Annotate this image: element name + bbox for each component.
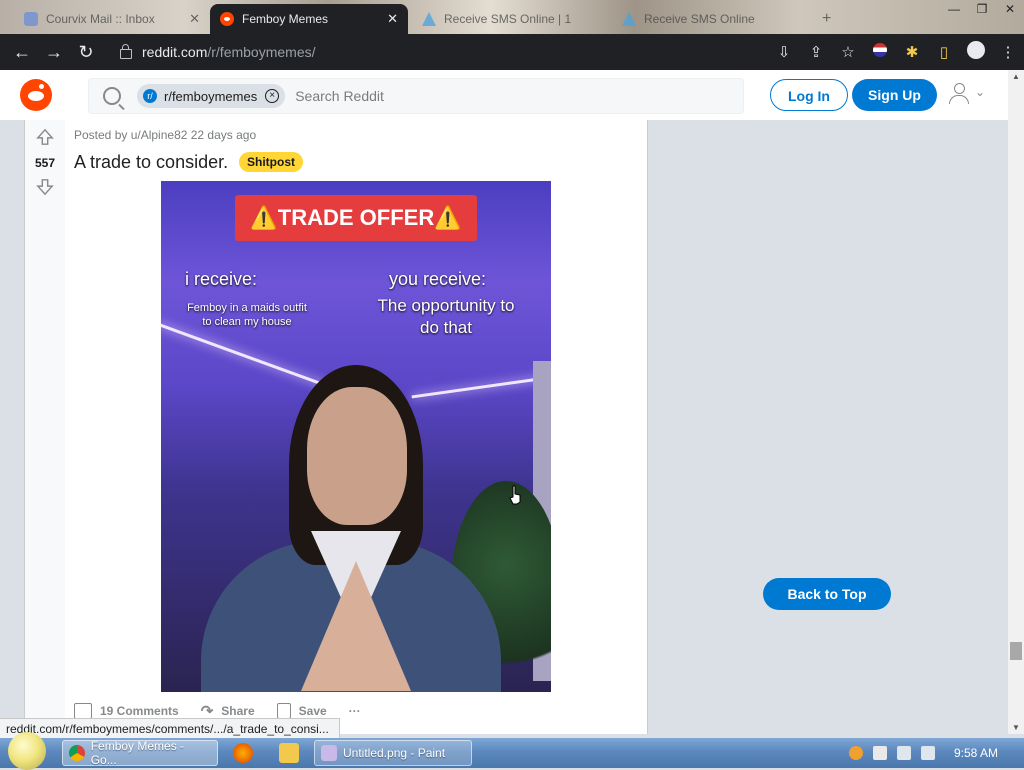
person-face: [307, 387, 407, 525]
maximize-icon[interactable]: ❐: [968, 0, 996, 18]
close-window-icon[interactable]: ✕: [996, 0, 1024, 18]
firefox-icon[interactable]: [233, 743, 253, 763]
reddit-logo-icon[interactable]: [20, 79, 52, 111]
tab-receive-sms-1[interactable]: Receive SMS Online | 1: [412, 4, 608, 34]
meme-right-text: The opportunity to do that: [377, 296, 515, 337]
share-icon[interactable]: ⇪: [800, 43, 832, 61]
account-avatar-icon[interactable]: [960, 41, 992, 63]
trade-offer-banner: ⚠️TRADE OFFER⚠️: [235, 195, 477, 241]
mail-favicon-icon: [24, 12, 38, 26]
meme-left-heading: i receive:: [185, 269, 258, 289]
install-icon[interactable]: ⇩: [768, 43, 800, 61]
tab-label: Courvix Mail :: Inbox: [46, 12, 155, 26]
windows-taskbar: Femboy Memes - Go... Untitled.png - Pain…: [0, 732, 1024, 770]
comment-icon: [74, 703, 92, 719]
forward-icon[interactable]: →: [38, 42, 70, 63]
window-controls: — ❐ ✕: [940, 0, 1024, 18]
volume-icon[interactable]: [920, 746, 935, 760]
browser-tab-strip: Courvix Mail :: Inbox ✕ Femboy Memes ✕ R…: [0, 0, 1024, 34]
extensions-icon[interactable]: ✱: [896, 43, 928, 61]
chevron-down-icon: ⌄: [975, 85, 986, 99]
tab-label: Receive SMS Online: [644, 12, 755, 26]
minimize-icon[interactable]: —: [940, 0, 968, 18]
new-tab-button[interactable]: +: [812, 4, 842, 34]
scroll-thumb[interactable]: [1010, 642, 1022, 660]
lock-icon: [120, 44, 132, 59]
signup-button[interactable]: Sign Up: [852, 79, 937, 111]
save-button[interactable]: Save: [276, 703, 327, 719]
post-image[interactable]: ⚠️TRADE OFFER⚠️ i receive: Femboy in a m…: [161, 181, 551, 692]
close-icon[interactable]: ✕: [387, 11, 398, 27]
subreddit-icon: r/: [143, 89, 157, 103]
search-icon: [103, 87, 121, 105]
network-icon[interactable]: [896, 746, 911, 760]
file-explorer-icon[interactable]: [279, 743, 299, 763]
paint-icon: [321, 745, 337, 761]
vote-column: 557: [25, 120, 65, 734]
clear-chip-icon[interactable]: ×: [265, 89, 280, 103]
taskbar-clock[interactable]: 9:58 AM: [954, 746, 998, 760]
tab-receive-sms-2[interactable]: Receive SMS Online: [612, 4, 808, 34]
user-menu-button[interactable]: ⌄: [948, 83, 988, 107]
tab-courvix-mail[interactable]: Courvix Mail :: Inbox ✕: [14, 4, 210, 34]
sms-favicon-icon: [622, 12, 636, 26]
search-bar[interactable]: r/ r/femboymemes × Search Reddit: [88, 78, 744, 114]
subreddit-search-chip[interactable]: r/ r/femboymemes ×: [137, 84, 286, 108]
tab-label: Femboy Memes: [242, 12, 329, 26]
search-placeholder[interactable]: Search Reddit: [295, 88, 384, 104]
tab-femboy-memes[interactable]: Femboy Memes ✕: [210, 4, 408, 34]
post-card[interactable]: 557 Posted by u/Alpine82 22 days ago A t…: [24, 120, 648, 734]
scroll-up-icon[interactable]: ▲: [1008, 72, 1024, 81]
side-panel-icon[interactable]: ▯: [928, 43, 960, 61]
hand-cursor-icon: [509, 485, 521, 505]
reddit-favicon-icon: [220, 12, 234, 26]
post-title[interactable]: A trade to consider.: [74, 152, 228, 173]
browser-toolbar: ← → ↻ reddit.com/r/femboymemes/ ⇩ ⇪ ☆ ✱ …: [0, 34, 1024, 70]
scroll-down-icon[interactable]: ▼: [1008, 723, 1024, 732]
chip-label: r/femboymemes: [164, 88, 258, 104]
url-path: /r/femboymemes/: [207, 44, 316, 60]
taskbar-item-paint[interactable]: Untitled.png - Paint: [314, 740, 472, 766]
back-to-top-button[interactable]: Back to Top: [763, 578, 891, 610]
feed-area: 557 Posted by u/Alpine82 22 days ago A t…: [0, 120, 1008, 734]
link-status-bar: reddit.com/r/femboymemes/comments/.../a_…: [0, 718, 340, 740]
close-icon[interactable]: ✕: [189, 11, 200, 27]
upvote-icon[interactable]: [36, 128, 54, 146]
sms-favicon-icon: [422, 12, 436, 26]
url-host: reddit.com: [142, 44, 208, 60]
menu-kebab-icon[interactable]: ⋮: [992, 43, 1024, 61]
led-light: [411, 374, 551, 399]
toolbar-actions: ⇩ ⇪ ☆ ✱ ▯ ⋮: [768, 34, 1024, 70]
post-flair[interactable]: Shitpost: [239, 152, 303, 172]
chrome-icon: [69, 745, 85, 761]
led-light: [161, 322, 327, 387]
comments-button[interactable]: 19 Comments: [74, 703, 179, 719]
taskbar-item-chrome[interactable]: Femboy Memes - Go...: [62, 739, 218, 767]
bookmark-star-icon[interactable]: ☆: [832, 43, 864, 61]
profile-flag-icon[interactable]: [864, 43, 896, 61]
reload-icon[interactable]: ↻: [70, 42, 102, 63]
start-button-icon[interactable]: [8, 732, 46, 770]
back-icon[interactable]: ←: [6, 42, 38, 63]
login-button[interactable]: Log In: [770, 79, 848, 111]
meme-right-heading: you receive:: [389, 269, 487, 289]
vertical-scrollbar[interactable]: ▲ ▼: [1008, 70, 1024, 734]
system-tray: 9:58 AM: [844, 738, 1024, 768]
meme-left-text: Femboy in a maids outfit to clean my hou…: [187, 302, 307, 328]
bookmark-icon: [276, 703, 291, 719]
post-meta[interactable]: Posted by u/Alpine82 22 days ago: [74, 128, 256, 142]
sidebar-area: [646, 120, 1008, 734]
tab-label: Receive SMS Online | 1: [444, 12, 572, 26]
vote-count: 557: [34, 156, 56, 170]
more-options-button[interactable]: ···: [349, 704, 361, 718]
search-tray-icon[interactable]: [848, 746, 863, 760]
address-bar[interactable]: reddit.com/r/femboymemes/: [108, 39, 753, 65]
action-center-flag-icon[interactable]: [872, 746, 887, 760]
reddit-header: r/ r/femboymemes × Search Reddit Log In …: [0, 70, 1008, 121]
downvote-icon[interactable]: [36, 178, 54, 196]
user-icon: [954, 83, 965, 94]
